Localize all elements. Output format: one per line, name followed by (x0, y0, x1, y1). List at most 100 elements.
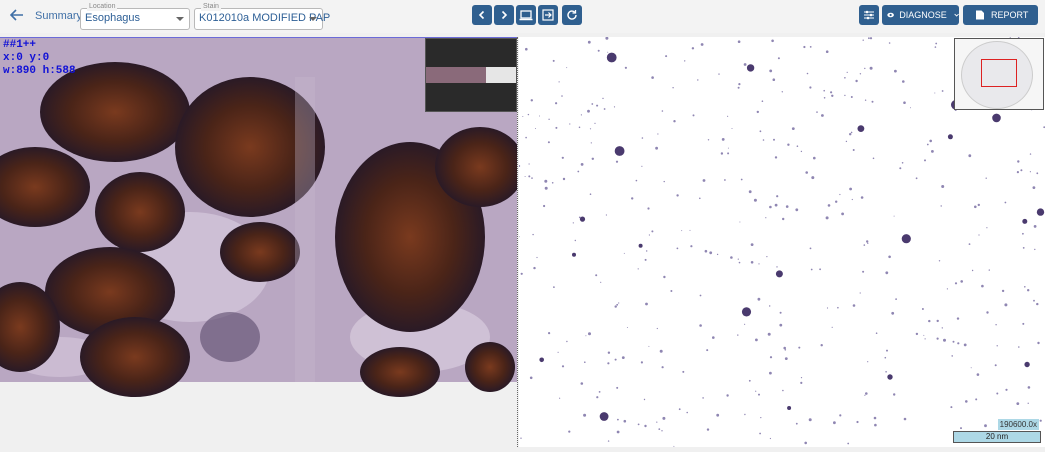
chevron-right-icon (501, 10, 508, 20)
previous-button[interactable] (472, 5, 492, 25)
cell-speck (936, 337, 939, 340)
cell-speck (641, 165, 643, 167)
cell-speck (746, 64, 755, 72)
right-slide-viewer[interactable] (518, 36, 1045, 447)
cell-speck (769, 437, 771, 440)
right-minimap[interactable] (954, 38, 1044, 110)
cell-speck (830, 91, 833, 94)
cell-speck (837, 306, 839, 309)
cell-speck (548, 332, 551, 335)
cell-speck (606, 52, 617, 63)
cell-speck (940, 205, 942, 207)
cell-speck (774, 203, 778, 207)
cell-speck (862, 39, 864, 41)
cell-speck (783, 346, 786, 350)
cell-speck (825, 216, 829, 220)
summary-link[interactable]: Summary (35, 10, 82, 22)
screen-button[interactable] (516, 5, 536, 25)
cell-speck (903, 417, 907, 421)
cell-speck (839, 414, 842, 417)
cell-speck (1001, 289, 1005, 293)
minimap-viewport (981, 59, 1017, 87)
cell-speck (724, 179, 726, 181)
cell-speck (572, 252, 576, 257)
refresh-button[interactable] (562, 5, 582, 25)
cell-speck (527, 113, 530, 116)
cell-speck (986, 227, 988, 229)
cell-speck (915, 332, 919, 336)
cell-speck (531, 177, 533, 179)
arrow-left-icon[interactable] (9, 8, 28, 24)
cell-speck (645, 302, 648, 306)
cell-speck (599, 412, 609, 421)
cell-speck (849, 187, 852, 191)
stain-select[interactable]: Stain K012010a MODIFIED PAP (194, 3, 330, 30)
cell-speck (1022, 218, 1028, 224)
cell-speck (901, 234, 911, 244)
scale-label: 20 nm (953, 431, 1041, 443)
cell-speck (957, 342, 960, 345)
cell-speck (820, 344, 823, 347)
diagnose-button[interactable]: DIAGNOSE (882, 5, 959, 25)
left-slide-viewer[interactable]: ##1++ x:0 y:0 w:890 h:588 (0, 37, 525, 447)
cell-speck (706, 428, 710, 431)
cell-speck (800, 150, 803, 153)
cell-speck (986, 311, 989, 314)
cell-speck (673, 120, 676, 123)
cell-speck (954, 282, 958, 285)
cell-speck (855, 79, 858, 83)
cell-speck (525, 136, 527, 139)
cell-speck (891, 311, 895, 315)
cell-speck (860, 196, 864, 199)
exit-button[interactable] (538, 5, 558, 25)
cell-speck (779, 323, 783, 327)
cell-speck (988, 269, 990, 271)
cell-speck (856, 420, 859, 424)
cell-speck (552, 59, 555, 62)
chevron-left-icon (478, 10, 485, 20)
cell-speck (760, 417, 762, 419)
cell-speck (544, 186, 548, 190)
cell-speck (1033, 225, 1037, 228)
zoom-label: 190600.0x (997, 419, 1039, 430)
cell-speck (985, 177, 987, 179)
cell-speck (1034, 248, 1036, 251)
cell-speck (744, 413, 746, 416)
cell-speck (798, 346, 801, 349)
left-minimap[interactable] (425, 38, 517, 112)
cell-speck (720, 152, 724, 155)
cell-speck (1004, 303, 1008, 307)
cell-speck (884, 356, 887, 359)
cell-speck (867, 361, 869, 363)
settings-button[interactable] (859, 5, 879, 25)
cell-speck (1027, 402, 1029, 404)
cell-speck (623, 252, 625, 254)
cell-speck (651, 230, 654, 233)
cell-speck (772, 78, 776, 81)
cell-speck (618, 302, 620, 304)
report-button[interactable]: REPORT (963, 5, 1038, 25)
cell-speck (757, 297, 761, 301)
cell-speck (845, 140, 848, 143)
cell-speck (821, 114, 824, 117)
cell-speck (951, 355, 953, 357)
cell-speck (946, 288, 948, 290)
cell-speck (827, 204, 831, 207)
cell-speck (615, 160, 619, 163)
cell-speck (605, 36, 609, 40)
location-select[interactable]: Location Esophagus (80, 3, 190, 30)
cell-speck (623, 419, 627, 423)
cell-speck (847, 442, 850, 445)
cell-speck (577, 170, 580, 173)
next-button[interactable] (494, 5, 514, 25)
cell-speck (996, 392, 999, 395)
cell-speck (777, 57, 780, 60)
cell-speck (520, 437, 522, 439)
cell-speck (748, 190, 752, 194)
eye-icon (887, 12, 894, 18)
minimap-viewport (486, 67, 516, 83)
cell-speck (655, 146, 658, 150)
cell-speck (787, 143, 790, 146)
cell-speck (785, 205, 789, 208)
cell-speck (805, 171, 808, 174)
